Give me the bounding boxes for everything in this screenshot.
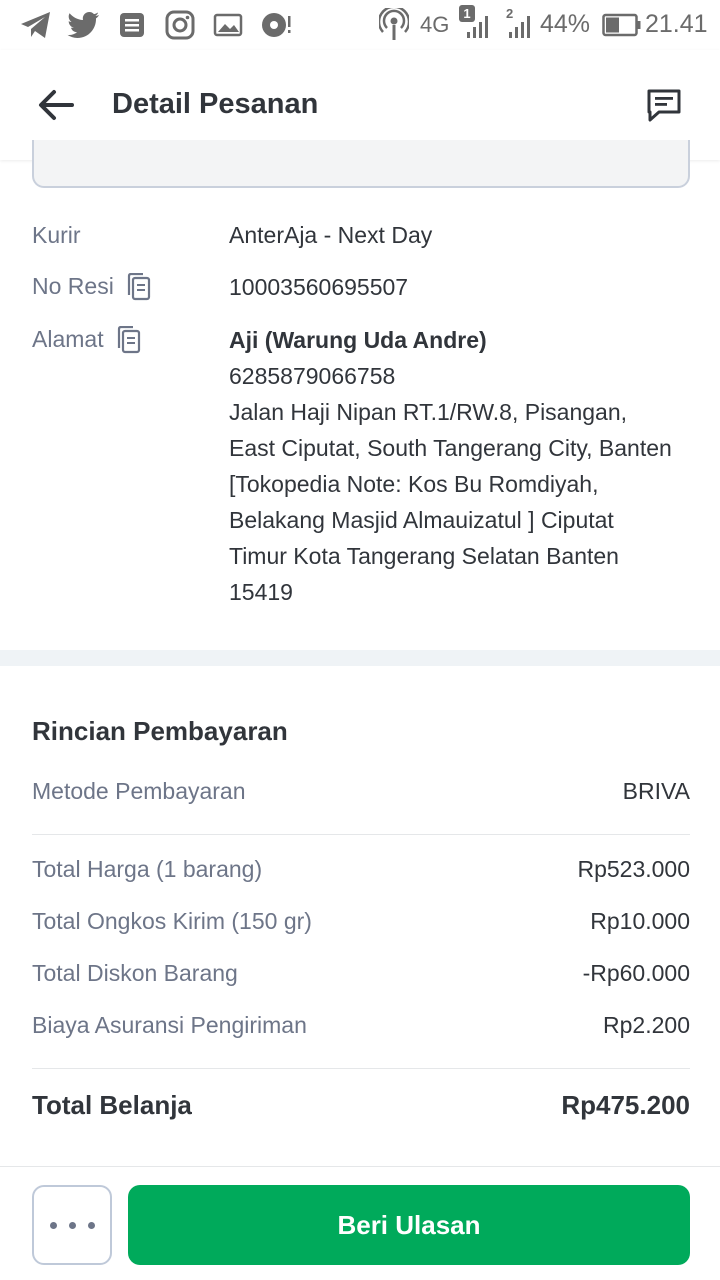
- divider: [32, 834, 690, 835]
- gallery-icon: [210, 8, 246, 42]
- address-line: 15419: [229, 579, 293, 605]
- address-line: 6285879066758: [229, 363, 396, 389]
- address-line: [Tokopedia Note: Kos Bu Romdiyah,: [229, 471, 599, 497]
- signal-sim2-icon: [502, 8, 538, 42]
- page-title: Detail Pesanan: [112, 88, 319, 120]
- recipient-name: Aji (Warung Uda Andre): [229, 327, 487, 353]
- receipt-label: No Resi: [32, 272, 152, 300]
- section-divider: [0, 650, 720, 666]
- news-icon: [114, 8, 150, 42]
- total-price-label: Total Harga (1 barang): [32, 856, 263, 882]
- clock: 21.41: [645, 10, 708, 38]
- receipt-value: 10003560695507: [229, 274, 409, 300]
- address-line: Jalan Haji Nipan RT.1/RW.8, Pisangan,: [229, 399, 628, 425]
- grand-total-label: Total Belanja: [32, 1090, 192, 1120]
- back-button[interactable]: [28, 80, 84, 130]
- chat-button[interactable]: [636, 80, 692, 130]
- telegram-icon: [18, 8, 54, 42]
- status-card-remnant: [32, 140, 690, 188]
- chat-icon: [647, 89, 681, 122]
- shipping-cost-value: Rp10.000: [590, 908, 690, 934]
- payment-method-label: Metode Pembayaran: [32, 778, 246, 804]
- status-bar: 4G 1 2 44% 21.41: [0, 0, 720, 50]
- hotspot-icon: [376, 8, 412, 42]
- insurance-value: Rp2.200: [603, 1012, 690, 1038]
- more-options-button[interactable]: [32, 1185, 112, 1265]
- signal-sim1-icon: [460, 8, 496, 42]
- insurance-label: Biaya Asuransi Pengiriman: [32, 1012, 307, 1038]
- address-line: Timur Kota Tangerang Selatan Banten: [229, 543, 619, 569]
- receipt-label-text: No Resi: [32, 273, 114, 299]
- address-block: Aji (Warung Uda Andre) 6285879066758 Jal…: [229, 322, 699, 610]
- payment-method-value: BRIVA: [622, 778, 690, 804]
- address-label-text: Alamat: [32, 326, 104, 352]
- disc-alert-icon: [258, 8, 294, 42]
- more-dots-icon: [44, 1221, 101, 1229]
- battery-icon: [600, 8, 644, 42]
- discount-value: -Rp60.000: [582, 960, 690, 986]
- give-review-button[interactable]: Beri Ulasan: [128, 1185, 690, 1265]
- arrow-left-icon: [39, 90, 74, 120]
- discount-label: Total Diskon Barang: [32, 960, 238, 986]
- total-price-value: Rp523.000: [577, 856, 690, 882]
- courier-label-text: Kurir: [32, 222, 81, 248]
- copy-receipt-icon[interactable]: [126, 272, 152, 300]
- instagram-icon: [162, 8, 198, 42]
- address-label: Alamat: [32, 325, 142, 353]
- address-line: Belakang Masjid Almauizatul ] Ciputat: [229, 507, 614, 533]
- copy-address-icon[interactable]: [116, 325, 142, 353]
- shipping-cost-label: Total Ongkos Kirim (150 gr): [32, 908, 312, 934]
- twitter-icon: [66, 8, 102, 42]
- payment-section-title: Rincian Pembayaran: [32, 716, 288, 746]
- network-type: 4G: [420, 12, 450, 37]
- divider: [32, 1068, 690, 1069]
- grand-total-value: Rp475.200: [561, 1090, 690, 1120]
- courier-value: AnterAja - Next Day: [229, 222, 433, 248]
- address-line: East Ciputat, South Tangerang City, Bant…: [229, 435, 672, 461]
- courier-label: Kurir: [32, 222, 81, 249]
- bottom-action-bar: Beri Ulasan: [0, 1166, 720, 1280]
- battery-percent: 44%: [540, 10, 591, 38]
